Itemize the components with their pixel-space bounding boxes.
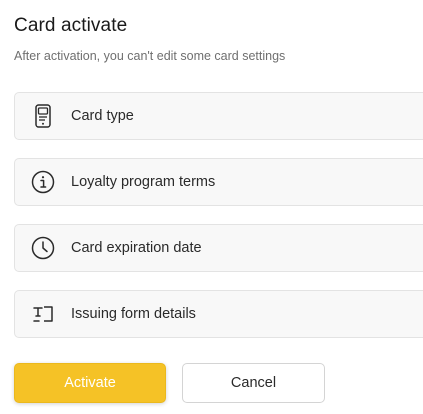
section-label: Card type <box>71 108 134 124</box>
section-issuing-form-details[interactable]: Issuing form details <box>14 290 423 338</box>
section-label: Card expiration date <box>71 240 202 256</box>
section-card-expiration-date[interactable]: Card expiration date <box>14 224 423 272</box>
phone-card-icon <box>31 104 55 128</box>
info-circle-icon <box>31 170 55 194</box>
dialog-title: Card activate <box>14 15 128 36</box>
section-loyalty-program-terms[interactable]: Loyalty program terms <box>14 158 423 206</box>
section-card-type[interactable]: Card type <box>14 92 423 140</box>
section-label: Issuing form details <box>71 306 196 322</box>
activate-button[interactable]: Activate <box>14 363 166 403</box>
dialog-subtitle: After activation, you can't edit some ca… <box>14 49 286 63</box>
card-activate-dialog: Card activate After activation, you can'… <box>0 0 423 414</box>
cancel-button[interactable]: Cancel <box>182 363 325 403</box>
clock-icon <box>31 236 55 260</box>
text-form-icon <box>31 302 55 326</box>
section-label: Loyalty program terms <box>71 174 216 190</box>
